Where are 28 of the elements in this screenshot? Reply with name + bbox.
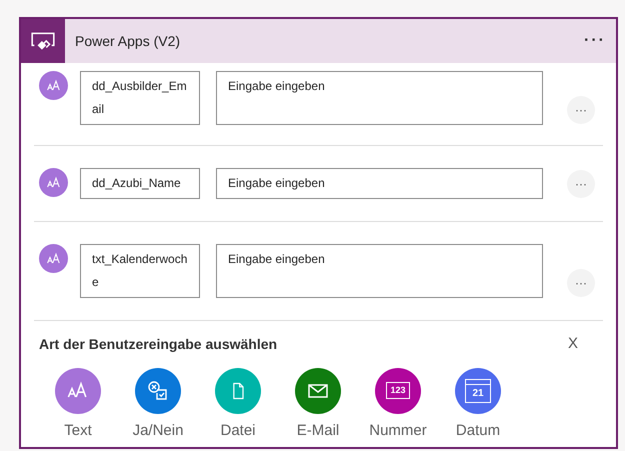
input-type-option[interactable]: Text bbox=[38, 368, 118, 442]
input-type-option[interactable]: Ja/Nein bbox=[118, 368, 198, 442]
type-label: E-Mail bbox=[296, 420, 340, 440]
row-more-button[interactable]: ··· bbox=[567, 170, 595, 198]
input-type-option[interactable]: 21 Datum bbox=[438, 368, 518, 442]
type-label: Datum bbox=[456, 420, 500, 440]
input-name-field[interactable]: dd_Azubi_Name bbox=[80, 168, 200, 199]
input-name-field[interactable]: dd_Ausbilder_Email bbox=[80, 71, 200, 125]
type-label: Ja/Nein bbox=[132, 420, 184, 440]
input-type-option[interactable]: E-Mail bbox=[278, 368, 358, 442]
section-heading: Art der Benutzereingabe auswählen bbox=[39, 334, 278, 354]
more-options-button[interactable]: ··· bbox=[584, 29, 606, 53]
input-value-field[interactable]: Eingabe eingeben bbox=[216, 168, 543, 199]
row-more-button[interactable]: ··· bbox=[567, 96, 595, 124]
input-value-field[interactable]: Eingabe eingeben bbox=[216, 71, 543, 125]
card-title: Power Apps (V2) bbox=[75, 32, 182, 51]
input-value-field[interactable]: Eingabe eingeben bbox=[216, 244, 543, 298]
close-button[interactable]: X bbox=[568, 333, 578, 356]
diamond-screen-icon bbox=[30, 30, 56, 52]
row-more-button[interactable]: ··· bbox=[567, 269, 595, 297]
number-icon: 123 bbox=[386, 382, 410, 399]
type-label: Datei bbox=[220, 420, 256, 440]
input-type-option[interactable]: Datei bbox=[198, 368, 278, 442]
type-label: Nummer bbox=[369, 420, 427, 440]
input-name-field[interactable]: txt_Kalenderwoche bbox=[80, 244, 200, 298]
input-type-option[interactable]: 123 Nummer bbox=[358, 368, 438, 442]
type-label: Text bbox=[64, 420, 92, 440]
calendar-icon: 21 bbox=[465, 378, 491, 402]
